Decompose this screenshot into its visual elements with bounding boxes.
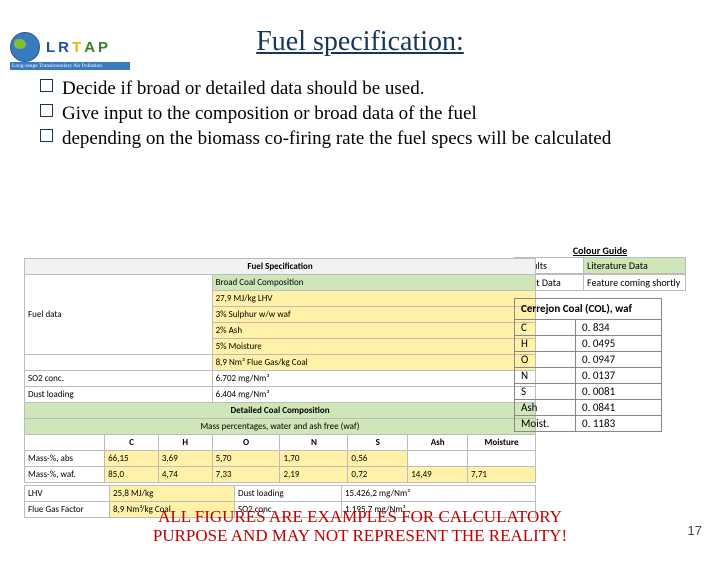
col-h: Moisture — [468, 435, 536, 451]
cell: 7,71 — [468, 467, 536, 483]
col-k: Moist. — [515, 416, 576, 432]
bullet-icon — [40, 126, 62, 151]
lrtap-logo: LRTAP Long-range Transboundary Air Pollu… — [10, 32, 130, 70]
colour-guide-title: Colour Guide — [514, 244, 686, 257]
cell: 66,15 — [105, 451, 159, 467]
disclaimer: ALL FIGURES ARE EXAMPLES FOR CALCULATORY… — [0, 507, 720, 546]
col-h: Ash — [408, 435, 468, 451]
cell: 0,72 — [348, 467, 408, 483]
col-k: H — [515, 336, 576, 352]
col-k: S — [515, 384, 576, 400]
cell: 5,70 — [212, 451, 280, 467]
col-k: N — [515, 368, 576, 384]
cell: 85,0 — [105, 467, 159, 483]
cell: 0,56 — [348, 451, 408, 467]
bullet-item: Give input to the composition or broad d… — [62, 101, 477, 126]
col-v: 0. 0947 — [576, 352, 662, 368]
bullet-item: Decide if broad or detailed data should … — [62, 76, 424, 101]
col-h — [25, 435, 105, 451]
spreadsheet: Fuel Specification Fuel data Broad Coal … — [24, 258, 536, 518]
col-k: Ash — [515, 400, 576, 416]
col-k: O — [515, 352, 576, 368]
colour-guide: Colour Guide ResultsLiterature Data Inpu… — [514, 244, 686, 291]
col-v: 0. 0841 — [576, 400, 662, 416]
so2-label: SO2 conc. — [25, 371, 213, 387]
cg-feature: Feature coming shortly — [584, 275, 685, 290]
globe-icon — [10, 32, 40, 62]
col-h: N — [280, 435, 348, 451]
disclaimer-line: PURPOSE AND MAY NOT REPRESENT THE REALIT… — [153, 526, 567, 545]
col-v: 0. 0495 — [576, 336, 662, 352]
bullet-list: Decide if broad or detailed data should … — [40, 76, 680, 151]
broad-head: Broad Coal Composition — [212, 275, 535, 291]
bullet-icon — [40, 76, 62, 101]
cg-literature: Literature Data — [584, 258, 685, 273]
dust-val: 15.426,2 mg/Nm³ — [342, 486, 536, 502]
cell: 3,69 — [158, 451, 212, 467]
col-k: C — [515, 320, 576, 336]
cell — [468, 451, 536, 467]
cell: 7,33 — [212, 467, 280, 483]
dust-lab: Dust loading — [235, 486, 342, 502]
broad-val: 8,9 Nm³ Flue Gas/kg Coal — [212, 355, 535, 371]
disclaimer-line: ALL FIGURES ARE EXAMPLES FOR CALCULATORY — [158, 507, 562, 526]
col-v: 0. 1183 — [576, 416, 662, 432]
cell: 4,74 — [158, 467, 212, 483]
col-v: 0. 0081 — [576, 384, 662, 400]
fuel-spec-header: Fuel Specification — [25, 259, 536, 275]
col-h: O — [212, 435, 280, 451]
broad-val: 3% Sulphur w/w waf — [212, 307, 535, 323]
det-head: Detailed Coal Composition — [25, 403, 536, 419]
cell: 2,19 — [280, 467, 348, 483]
lhv-val: 25,8 MJ/kg — [110, 486, 235, 502]
bullet-item: depending on the biomass co-firing rate … — [62, 126, 611, 151]
broad-val: 6.404 mg/Nm³ — [212, 387, 535, 403]
cell: 1,70 — [280, 451, 348, 467]
cell — [408, 451, 468, 467]
dust-label: Dust loading — [25, 387, 213, 403]
broad-val: 6.702 mg/Nm³ — [212, 371, 535, 387]
broad-val: 27,9 MJ/kg LHV — [212, 291, 535, 307]
cerrejon-table: Cerrejon Coal (COL), waf C0. 834 H0. 049… — [514, 298, 662, 432]
col-h: S — [348, 435, 408, 451]
col-v: 0. 834 — [576, 320, 662, 336]
fuel-data-label: Fuel data — [25, 275, 213, 355]
row-lab: Mass-%, waf. — [25, 467, 105, 483]
logo-tagline: Long-range Transboundary Air Pollution — [10, 62, 130, 70]
lrtap-wordmark: LRTAP — [46, 39, 109, 56]
lhv-lab: LHV — [25, 486, 110, 502]
det-sub: Mass percentages, water and ash free (wa… — [25, 419, 536, 435]
cell: 14,49 — [408, 467, 468, 483]
col-h: H — [158, 435, 212, 451]
page-number: 17 — [688, 523, 702, 538]
bullet-icon — [40, 101, 62, 126]
row-lab: Mass-%, abs — [25, 451, 105, 467]
col-v: 0. 0137 — [576, 368, 662, 384]
col-h: C — [105, 435, 159, 451]
cerrejon-title: Cerrejon Coal (COL), waf — [515, 299, 662, 320]
broad-val: 5% Moisture — [212, 339, 535, 355]
broad-val: 2% Ash — [212, 323, 535, 339]
